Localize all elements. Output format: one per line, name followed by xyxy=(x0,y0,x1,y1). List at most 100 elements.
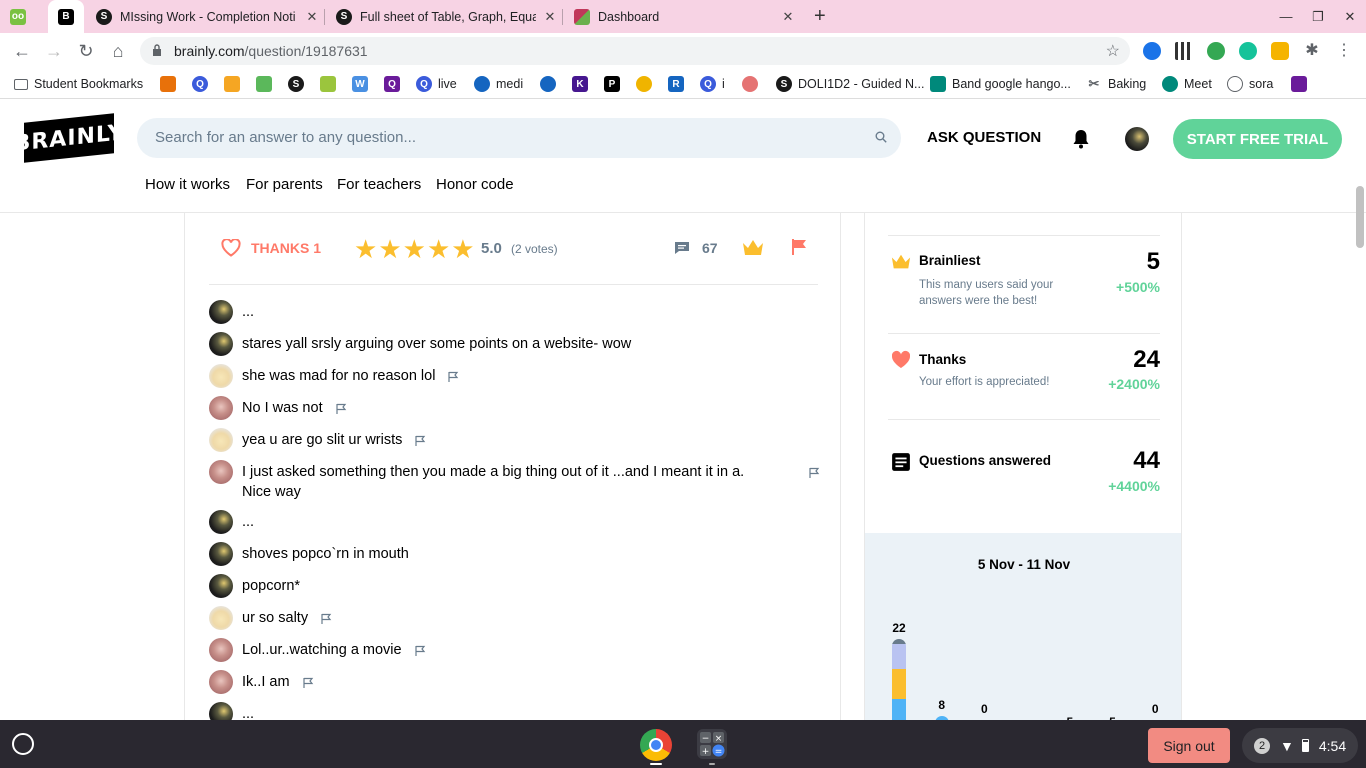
bookmark-r[interactable]: R xyxy=(668,75,690,93)
bookmark-live[interactable]: Qlive xyxy=(416,75,457,93)
flag-icon[interactable] xyxy=(790,238,808,256)
report-flag-icon[interactable] xyxy=(414,435,426,447)
bookmark-music[interactable] xyxy=(540,75,562,93)
tab-duolingo[interactable]: oo xyxy=(10,0,44,33)
avatar[interactable] xyxy=(209,606,233,630)
puzzle-icon[interactable]: ✱ xyxy=(1303,42,1321,60)
thanks-button[interactable]: THANKS 1 xyxy=(221,239,321,257)
ask-question-button[interactable]: ASK QUESTION xyxy=(927,129,1041,146)
search-input[interactable]: Search for an answer to any question... xyxy=(137,118,901,158)
s-icon: S xyxy=(336,8,352,25)
close-icon[interactable]: ✕ xyxy=(304,9,320,25)
thumb-extension-icon[interactable] xyxy=(1271,42,1289,60)
address-bar[interactable]: brainly.com/question/19187631 ☆ xyxy=(140,37,1130,65)
avatar[interactable] xyxy=(209,396,233,420)
crown-icon[interactable] xyxy=(742,239,764,257)
avatar[interactable] xyxy=(209,428,233,452)
bookmark-band[interactable]: Band google hango... xyxy=(930,75,1071,93)
bookmark-meet[interactable]: Meet xyxy=(1162,75,1212,93)
bookmark-medi[interactable]: medi xyxy=(474,75,523,93)
avatar[interactable] xyxy=(209,510,233,534)
close-window-icon[interactable]: ✕ xyxy=(1334,0,1366,33)
bell-icon[interactable] xyxy=(1072,129,1090,149)
bookmark-duck[interactable] xyxy=(636,75,658,93)
rating-stars[interactable]: ★ ★ ★ ★ ★ xyxy=(354,236,476,262)
user-avatar[interactable] xyxy=(1125,127,1149,151)
battery-icon xyxy=(1301,739,1309,752)
bookmark-w[interactable]: W xyxy=(352,75,374,93)
star-icon[interactable]: ★ xyxy=(378,236,401,262)
report-flag-icon[interactable] xyxy=(302,677,314,689)
minimize-icon[interactable]: ― xyxy=(1270,0,1302,33)
avatar[interactable] xyxy=(209,460,233,484)
tab-missing-work[interactable]: S MIssing Work - Completion Noti ✕ xyxy=(96,0,320,33)
stat-percent: +500% xyxy=(1116,279,1160,295)
avatar[interactable] xyxy=(209,364,233,388)
nav-honor-code[interactable]: Honor code xyxy=(436,176,514,193)
star-icon[interactable]: ★ xyxy=(451,236,474,262)
bookmark-doli[interactable]: S DOLI1D2 - Guided N... xyxy=(776,75,924,93)
star-icon[interactable]: ★ xyxy=(403,236,426,262)
qr-extension-icon[interactable] xyxy=(1175,42,1193,60)
avatar[interactable] xyxy=(209,300,233,324)
tab-dashboard[interactable]: Dashboard ✕ xyxy=(574,0,796,33)
star-icon[interactable]: ★ xyxy=(354,236,377,262)
bookmark-book[interactable] xyxy=(1291,75,1313,93)
tab-brainly[interactable]: B xyxy=(48,0,84,33)
nav-for-teachers[interactable]: For teachers xyxy=(337,176,421,193)
bookmark-orange[interactable] xyxy=(224,75,246,93)
search-icon[interactable] xyxy=(875,131,887,143)
bookmark-student-bookmarks[interactable]: Student Bookmarks xyxy=(14,75,143,93)
star-icon[interactable]: ★ xyxy=(427,236,450,262)
report-flag-icon[interactable] xyxy=(320,613,332,625)
shield-extension-icon[interactable] xyxy=(1143,42,1161,60)
bookmark-baking[interactable]: ✂ Baking xyxy=(1086,75,1147,93)
bookmark-frog[interactable] xyxy=(256,75,278,93)
green-extension-icon[interactable] xyxy=(1207,42,1225,60)
back-icon[interactable]: ← xyxy=(8,37,36,65)
report-flag-icon[interactable] xyxy=(335,403,347,415)
avatar[interactable] xyxy=(209,332,233,356)
reload-icon[interactable]: ↻ xyxy=(72,37,100,65)
bookmark-p[interactable]: P xyxy=(604,75,626,93)
home-icon[interactable]: ⌂ xyxy=(104,37,132,65)
sign-out-button[interactable]: Sign out xyxy=(1148,728,1230,763)
close-icon[interactable]: ✕ xyxy=(780,9,796,25)
bookmark-quizizz[interactable]: Q xyxy=(192,75,214,93)
bookmark-i[interactable]: Qi xyxy=(700,75,725,93)
bookmark-q-square[interactable]: Q xyxy=(384,75,406,93)
calculator-icon[interactable]: − × + = xyxy=(697,729,727,759)
grammarly-icon[interactable] xyxy=(1239,42,1257,60)
restore-icon[interactable]: ❐ xyxy=(1302,0,1334,33)
nav-how-it-works[interactable]: How it works xyxy=(145,176,230,193)
report-flag-icon[interactable] xyxy=(447,371,459,383)
new-tab-button[interactable]: + xyxy=(814,0,834,33)
nav-for-parents[interactable]: For parents xyxy=(246,176,323,193)
launcher-icon[interactable] xyxy=(12,733,34,755)
page-scrollbar[interactable] xyxy=(1356,186,1364,248)
avatar[interactable] xyxy=(209,542,233,566)
bookmark-star-icon[interactable]: ☆ xyxy=(1106,41,1120,61)
avatar[interactable] xyxy=(209,670,233,694)
avatar[interactable] xyxy=(209,638,233,662)
menu-dots-icon[interactable]: ⋮ xyxy=(1335,42,1353,60)
report-flag-icon[interactable] xyxy=(808,467,820,479)
bookmark-sora[interactable]: sora xyxy=(1227,75,1273,93)
tab-full-sheet[interactable]: S Full sheet of Table, Graph, Equat ✕ xyxy=(336,0,558,33)
bookmark-kahoot[interactable]: K xyxy=(572,75,594,93)
forward-icon[interactable]: → xyxy=(40,37,68,65)
chrome-icon[interactable] xyxy=(640,729,672,761)
report-flag-icon[interactable] xyxy=(414,645,426,657)
bookmark-brain[interactable] xyxy=(742,75,764,93)
comments-button[interactable]: 67 xyxy=(674,240,718,256)
system-tray[interactable]: 2 ▼ 4:54 xyxy=(1242,728,1358,763)
q-square-icon: Q xyxy=(384,76,400,92)
bookmark-ixl[interactable] xyxy=(320,75,342,93)
avatar[interactable] xyxy=(209,574,233,598)
close-icon[interactable]: ✕ xyxy=(542,9,558,25)
bookmark-rainbow[interactable] xyxy=(160,75,182,93)
chart-bar[interactable] xyxy=(892,639,906,720)
bookmark-s[interactable]: S xyxy=(288,75,310,93)
avatar[interactable] xyxy=(209,702,233,720)
start-free-trial-button[interactable]: START FREE TRIAL xyxy=(1173,119,1342,159)
